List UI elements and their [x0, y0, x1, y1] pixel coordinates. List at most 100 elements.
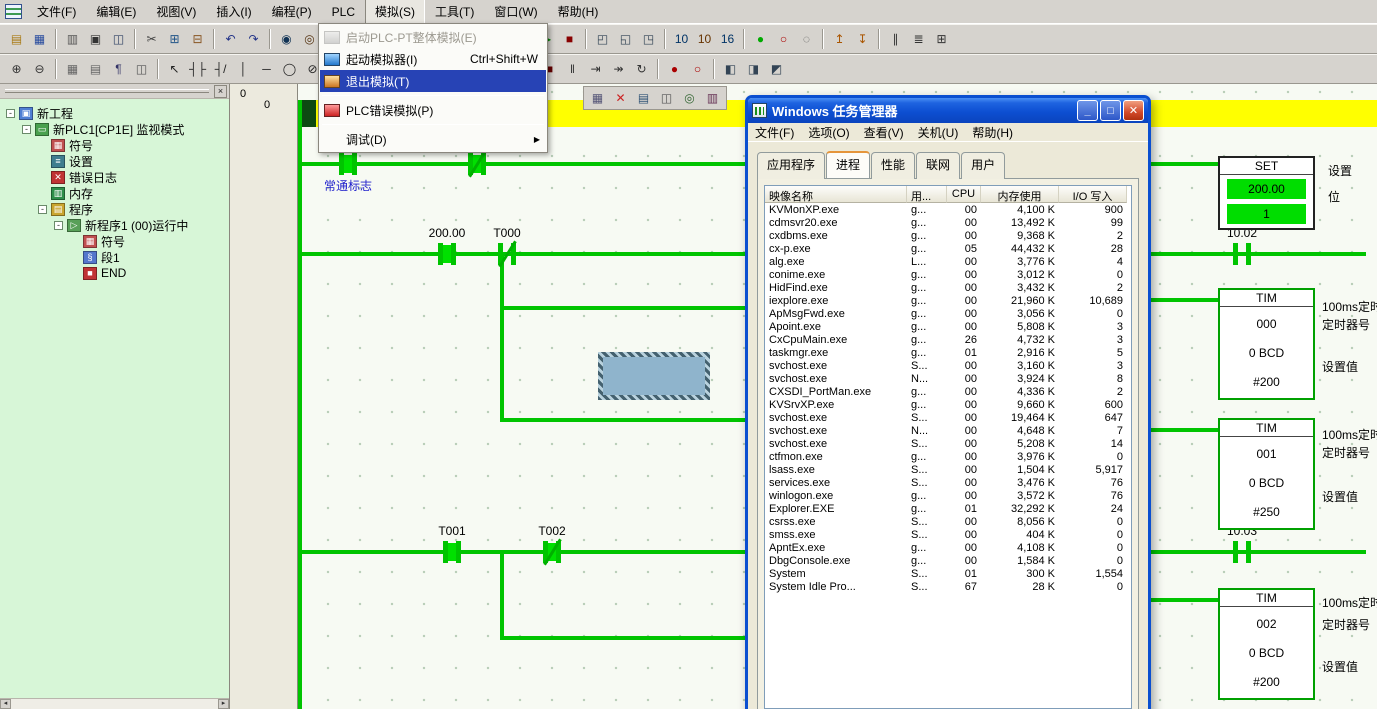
report-icon[interactable]: ▥: [701, 87, 724, 109]
set-breakpoint-icon[interactable]: ●: [663, 58, 686, 80]
stop-mode-icon[interactable]: ■: [558, 28, 581, 50]
tree-item-error-log[interactable]: ✕错误日志: [0, 169, 229, 185]
differential-up-icon[interactable]: ↥: [828, 28, 851, 50]
cut-icon[interactable]: ✂: [140, 28, 163, 50]
tm-menu-view[interactable]: 查看(V): [857, 122, 911, 143]
expand-box-icon[interactable]: -: [54, 221, 63, 230]
process-row[interactable]: KVMonXP.exeg...004,100 K900: [765, 203, 1131, 216]
process-list[interactable]: 映像名称用...CPU内存使用I/O 写入 KVMonXP.exeg...004…: [764, 185, 1132, 709]
tab-applications[interactable]: 应用程序: [757, 152, 825, 179]
open-project-icon[interactable]: ▤: [5, 28, 28, 50]
clear-breakpoint-icon[interactable]: ○: [686, 58, 709, 80]
grid-display-icon[interactable]: ▤: [632, 87, 655, 109]
window-right-icon[interactable]: ◨: [742, 58, 765, 80]
tree-item-settings[interactable]: ≡设置: [0, 153, 229, 169]
process-row[interactable]: smss.exeS...00404 K0: [765, 528, 1131, 541]
zoom-in-icon[interactable]: ⊕: [5, 58, 28, 80]
tab-performance[interactable]: 性能: [871, 152, 915, 179]
tab-users[interactable]: 用户: [961, 152, 1005, 179]
cascade-windows-icon[interactable]: ◱: [614, 28, 637, 50]
contact-10.02[interactable]: [1230, 242, 1254, 266]
menu-item-debug[interactable]: 调试(D): [320, 128, 546, 150]
copy-icon[interactable]: ⊞: [163, 28, 186, 50]
process-row[interactable]: ApntEx.exeg...004,108 K0: [765, 541, 1131, 554]
process-row[interactable]: svchost.exeN...003,924 K8: [765, 372, 1131, 385]
process-row[interactable]: conime.exeg...003,012 K0: [765, 268, 1131, 281]
menu-item-start-simulator[interactable]: 起动模拟器(I)Ctrl+Shift+W: [320, 48, 546, 70]
menu-file[interactable]: 文件(F): [27, 0, 86, 25]
scroll-right-icon[interactable]: ▸: [218, 699, 229, 709]
undo-icon[interactable]: ↶: [219, 28, 242, 50]
process-row[interactable]: svchost.exeN...004,648 K7: [765, 424, 1131, 437]
tile-windows-icon[interactable]: ◳: [637, 28, 660, 50]
process-row[interactable]: DbgConsole.exeg...001,584 K0: [765, 554, 1131, 567]
print-icon[interactable]: ▣: [84, 28, 107, 50]
process-row[interactable]: ApMsgFwd.exeg...003,056 K0: [765, 307, 1131, 320]
close-button[interactable]: ✕: [1123, 100, 1144, 121]
process-row[interactable]: lsass.exeS...001,504 K5,917: [765, 463, 1131, 476]
decimal-display-icon[interactable]: 10: [670, 28, 693, 50]
contact-nc-icon[interactable]: ┤/: [209, 58, 232, 80]
hex-display-icon[interactable]: 16: [716, 28, 739, 50]
menu-insert[interactable]: 插入(I): [206, 0, 261, 25]
redo-icon[interactable]: ↷: [242, 28, 265, 50]
split-window-icon[interactable]: ◫: [655, 87, 678, 109]
contact-200.00[interactable]: [435, 242, 459, 266]
menu-view[interactable]: 视图(V): [146, 0, 206, 25]
tm-menu-file[interactable]: 文件(F): [748, 122, 801, 143]
print-setup-icon[interactable]: ▥: [61, 28, 84, 50]
contact-10.03[interactable]: [1230, 540, 1254, 564]
window-left-icon[interactable]: ◧: [719, 58, 742, 80]
selection-rectangle[interactable]: [598, 352, 710, 400]
coil-icon[interactable]: ◯: [278, 58, 301, 80]
process-row[interactable]: Apoint.exeg...005,808 K3: [765, 320, 1131, 333]
expand-box-icon[interactable]: -: [6, 109, 15, 118]
contact-P_On[interactable]: [336, 152, 360, 176]
force-cancel-icon[interactable]: ◌: [795, 28, 818, 50]
menu-plc[interactable]: PLC: [322, 0, 365, 24]
tree-item-memory[interactable]: ▥内存: [0, 185, 229, 201]
minimize-button[interactable]: _: [1077, 100, 1098, 121]
scan-run-icon[interactable]: ↻: [630, 58, 653, 80]
rulers-icon[interactable]: ▤: [84, 58, 107, 80]
close-workspace-button[interactable]: ×: [214, 85, 227, 98]
tree-item-section-end[interactable]: ■END: [0, 265, 229, 281]
show-comments-icon[interactable]: ¶: [107, 58, 130, 80]
delete-rung-icon[interactable]: ✕: [609, 87, 632, 109]
differential-down-icon[interactable]: ↧: [851, 28, 874, 50]
drag-grip[interactable]: [5, 89, 209, 93]
grid-toggle-icon[interactable]: ▦: [61, 58, 84, 80]
process-row[interactable]: cxdbms.exeg...009,368 K2: [765, 229, 1131, 242]
save-project-icon[interactable]: ▦: [28, 28, 51, 50]
tm-menu-help[interactable]: 帮助(H): [965, 122, 1020, 143]
process-row[interactable]: svchost.exeS...005,208 K14: [765, 437, 1131, 450]
process-row[interactable]: winlogon.exeg...003,572 K76: [765, 489, 1131, 502]
tree-item-symbols[interactable]: ▦符号: [0, 137, 229, 153]
menu-item-exit-simulation[interactable]: 退出模拟(T): [320, 70, 546, 92]
contact-T000[interactable]: [495, 242, 519, 266]
process-row[interactable]: CxCpuMain.exeg...264,732 K3: [765, 333, 1131, 346]
menu-item-plc-pt-simulation[interactable]: 启动PLC-PT整体模拟(E): [320, 26, 546, 48]
contact-T004[interactable]: [465, 152, 489, 176]
tab-processes[interactable]: 进程: [826, 151, 870, 178]
new-window-icon[interactable]: ◰: [591, 28, 614, 50]
maximize-button[interactable]: □: [1100, 100, 1121, 121]
process-row[interactable]: KVSrvXP.exeg...009,660 K600: [765, 398, 1131, 411]
process-row[interactable]: cx-p.exeg...0544,432 K28: [765, 242, 1131, 255]
tree-item-plc-device[interactable]: -▭新PLC1[CP1E] 监视模式: [0, 121, 229, 137]
tm-menu-shutdown[interactable]: 关机(U): [911, 122, 966, 143]
print-preview-icon[interactable]: ◫: [107, 28, 130, 50]
menu-tools[interactable]: 工具(T): [425, 0, 484, 25]
window-split-icon[interactable]: ◩: [765, 58, 788, 80]
tab-networking[interactable]: 联网: [916, 152, 960, 179]
expand-box-icon[interactable]: -: [22, 125, 31, 134]
process-row[interactable]: System Idle Pro...S...6728 K0: [765, 580, 1131, 593]
contact-no-icon[interactable]: ┤├: [186, 58, 209, 80]
paste-icon[interactable]: ⊟: [186, 28, 209, 50]
process-row[interactable]: csrss.exeS...008,056 K0: [765, 515, 1131, 528]
instruction-block-tim-1[interactable]: TIM0000 BCD#200: [1218, 288, 1315, 400]
continuous-step-icon[interactable]: ↠: [607, 58, 630, 80]
process-row[interactable]: services.exeS...003,476 K76: [765, 476, 1131, 489]
column-header-4[interactable]: I/O 写入: [1059, 186, 1127, 203]
force-on-icon[interactable]: ●: [749, 28, 772, 50]
